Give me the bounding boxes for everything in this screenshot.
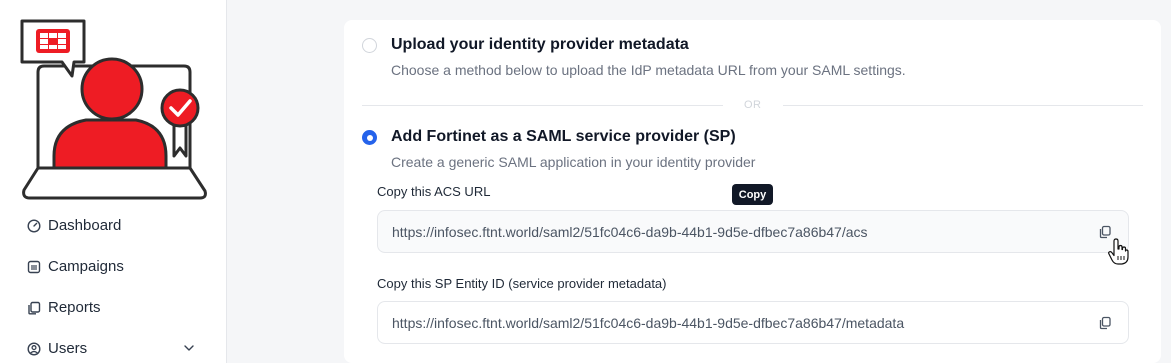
sidebar-item-reports[interactable]: Reports — [0, 287, 226, 328]
copy-tooltip: Copy — [732, 184, 773, 205]
sidebar-item-dashboard[interactable]: Dashboard — [0, 205, 226, 246]
sidebar-item-label: Dashboard — [48, 217, 122, 234]
sidebar-item-label: Users — [48, 340, 88, 357]
acs-url-value: https://infosec.ftnt.world/saml2/51fc04c… — [392, 224, 868, 240]
sidebar-item-campaigns[interactable]: Campaigns — [0, 246, 226, 287]
user-circle-icon — [27, 341, 41, 356]
copy-entity-icon[interactable] — [1097, 315, 1113, 331]
entity-id-label: Copy this SP Entity ID (service provider… — [377, 276, 667, 291]
upload-metadata-radio[interactable] — [362, 38, 377, 53]
sidebar-nav: Dashboard Campaigns Reports Users — [0, 205, 226, 363]
sidebar: Dashboard Campaigns Reports Users — [0, 0, 227, 363]
chevron-down-icon[interactable] — [182, 341, 196, 355]
hand-cursor-icon — [1108, 238, 1129, 265]
upload-metadata-title[interactable]: Upload your identity provider metadata — [391, 36, 689, 54]
calendar-icon — [27, 260, 41, 274]
sidebar-item-label: Campaigns — [48, 258, 124, 275]
acs-url-label: Copy this ACS URL — [377, 184, 491, 199]
sidebar-item-users[interactable]: Users — [0, 328, 226, 363]
add-sp-radio[interactable] — [362, 130, 377, 145]
copy-icon — [27, 301, 41, 315]
upload-metadata-description: Choose a method below to upload the IdP … — [391, 62, 906, 78]
divider-or: OR — [744, 99, 762, 111]
entity-id-field[interactable]: https://infosec.ftnt.world/saml2/51fc04c… — [377, 301, 1129, 344]
acs-url-field[interactable]: https://infosec.ftnt.world/saml2/51fc04c… — [377, 210, 1129, 253]
add-sp-title[interactable]: Add Fortinet as a SAML service provider … — [391, 128, 736, 146]
fortinet-training-illustration — [20, 19, 207, 200]
divider-left — [362, 105, 723, 106]
add-sp-description: Create a generic SAML application in you… — [391, 154, 756, 170]
gauge-icon — [27, 218, 41, 233]
entity-id-value: https://infosec.ftnt.world/saml2/51fc04c… — [392, 315, 905, 331]
divider-right — [783, 105, 1143, 106]
sidebar-item-label: Reports — [48, 299, 101, 316]
